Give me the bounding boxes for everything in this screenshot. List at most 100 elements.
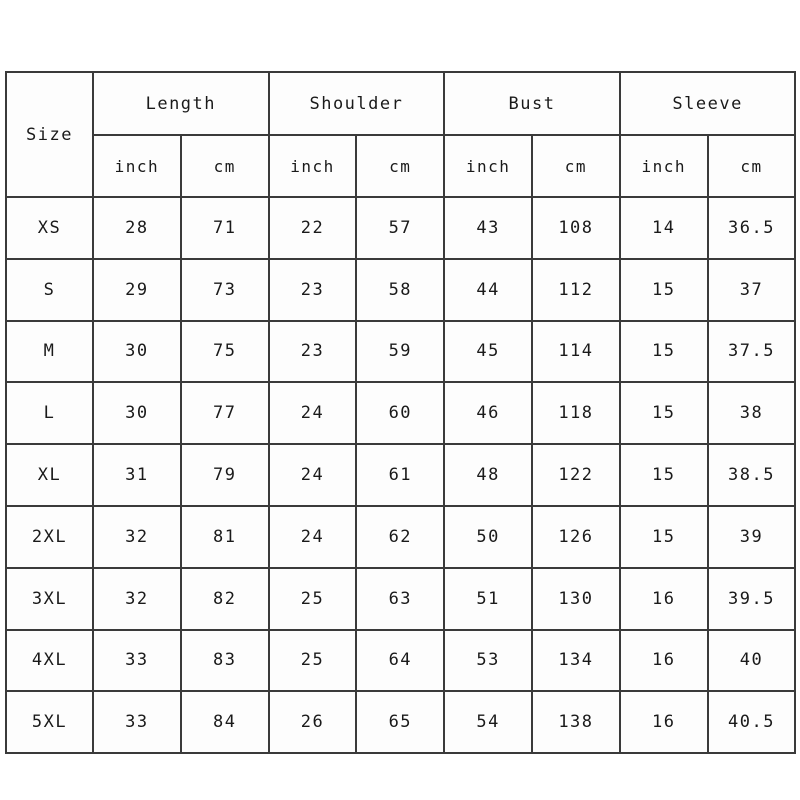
measurement-cell: 83 [179,628,270,693]
measurement-cell: 32 [92,566,182,631]
measurement-cell: 114 [531,319,621,384]
measurement-cell: 14 [618,196,709,260]
measurement-cell: 57 [355,196,446,260]
table-body: XS 28 71 22 57 43 108 14 36.5 S 29 73 23 58 44 112 15 37 M… [5,196,797,755]
measurement-cell: 25 [267,566,358,631]
measurement-cell: 24 [267,381,358,446]
measurement-cell: 122 [531,443,621,507]
measurement-cell: 40 [706,628,797,693]
measurement-cell: 134 [531,628,621,693]
table-row: S 29 73 23 58 44 112 15 37 [5,257,797,322]
measurement-cell: 75 [179,319,270,384]
header-group-bust: Bust [443,71,621,136]
measurement-cell: 53 [443,628,534,693]
measurement-cell: 28 [92,196,182,260]
measurement-cell: 62 [355,504,446,569]
table-row: 2XL 32 81 24 62 50 126 15 39 [5,504,797,569]
measurement-cell: 31 [92,443,182,507]
measurement-cell: 79 [179,443,270,507]
measurement-cell: 48 [443,443,534,507]
unit-header-row: inch cm inch cm inch cm inch cm [6,134,797,198]
measurement-cell: 16 [618,628,709,693]
measurement-cell: 84 [179,690,270,755]
header-unit-sleeve-inch: inch [618,134,709,198]
measurement-cell: 29 [92,257,182,322]
table-row: XS 28 71 22 57 43 108 14 36.5 [5,196,797,260]
measurement-cell: 40.5 [706,690,797,755]
measurement-cell: 58 [355,257,446,322]
size-label-cell: 2XL [5,504,94,569]
header-unit-bust-inch: inch [443,134,534,198]
table-row: XL 31 79 24 61 48 122 15 38.5 [5,443,797,507]
measurement-cell: 61 [355,443,446,507]
group-header-row: Size Length Shoulder Bust Sleeve [5,71,797,198]
measurement-cell: 30 [92,319,182,384]
size-label-cell: 3XL [5,566,94,631]
size-label-cell: 5XL [5,690,94,755]
measurement-cell: 112 [531,257,621,322]
table-row: 5XL 33 84 26 65 54 138 16 40.5 [5,690,797,755]
measurement-cell: 37.5 [706,319,797,384]
header-group-sleeve: Sleeve [618,71,797,136]
size-label-cell: XL [5,443,94,507]
header-unit-shoulder-cm: cm [355,134,446,198]
measurement-cell: 138 [531,690,621,755]
measurement-cell: 43 [443,196,534,260]
table-row: 3XL 32 82 25 63 51 130 16 39.5 [5,566,797,631]
measurement-cell: 22 [267,196,358,260]
measurement-cell: 32 [92,504,182,569]
measurement-cell: 54 [443,690,534,755]
table-row: M 30 75 23 59 45 114 15 37.5 [5,319,797,384]
measurement-cell: 23 [267,257,358,322]
measurement-cell: 50 [443,504,534,569]
measurement-cell: 77 [179,381,270,446]
measurement-cell: 16 [618,690,709,755]
measurement-cell: 44 [443,257,534,322]
table-row: L 30 77 24 60 46 118 15 38 [5,381,797,446]
header-unit-length-cm: cm [179,134,270,198]
measurement-cell: 81 [179,504,270,569]
measurement-cell: 25 [267,628,358,693]
measurement-cell: 82 [179,566,270,631]
measurement-cell: 60 [355,381,446,446]
measurement-cell: 16 [618,566,709,631]
measurement-cell: 73 [179,257,270,322]
measurement-cell: 33 [92,628,182,693]
measurement-cell: 15 [618,504,709,569]
size-label-cell: M [5,319,94,384]
measurement-cell: 26 [267,690,358,755]
measurement-cell: 23 [267,319,358,384]
measurement-cell: 130 [531,566,621,631]
measurement-cell: 59 [355,319,446,384]
measurement-cell: 37 [706,257,797,322]
measurement-cell: 108 [531,196,621,260]
measurement-cell: 51 [443,566,534,631]
header-size: Size [5,71,94,198]
size-chart-container: Size Length Shoulder Bust Sleeve inch cm… [5,71,797,755]
measurement-cell: 36.5 [706,196,797,260]
measurement-cell: 64 [355,628,446,693]
measurement-cell: 38 [706,381,797,446]
measurement-cell: 30 [92,381,182,446]
header-unit-length-inch: inch [92,134,182,198]
size-label-cell: 4XL [5,628,94,693]
measurement-cell: 39.5 [706,566,797,631]
header-unit-bust-cm: cm [531,134,621,198]
table-row: 4XL 33 83 25 64 53 134 16 40 [5,628,797,693]
measurement-cell: 39 [706,504,797,569]
measurement-cell: 15 [618,443,709,507]
measurement-cell: 118 [531,381,621,446]
measurement-cell: 33 [92,690,182,755]
measurement-cell: 46 [443,381,534,446]
measurement-cell: 126 [531,504,621,569]
size-chart-table: Size Length Shoulder Bust Sleeve inch cm… [5,71,797,755]
table-header: Size Length Shoulder Bust Sleeve inch cm… [5,71,797,198]
measurement-cell: 71 [179,196,270,260]
size-label-cell: S [5,257,94,322]
size-label-cell: L [5,381,94,446]
measurement-cell: 65 [355,690,446,755]
measurement-cell: 45 [443,319,534,384]
measurement-cell: 63 [355,566,446,631]
header-unit-shoulder-inch: inch [267,134,358,198]
header-group-length: Length [92,71,270,136]
